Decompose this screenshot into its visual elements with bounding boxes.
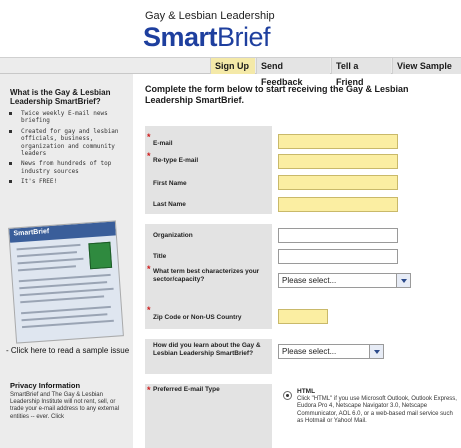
text-line — [20, 295, 105, 304]
first-name-label: First Name — [153, 180, 187, 187]
brand-logo-bold: Smart — [143, 22, 218, 52]
brand-logo[interactable]: SmartBrief — [143, 22, 271, 53]
required-marker: * — [147, 385, 151, 395]
text-line — [17, 257, 84, 265]
feature-list: Twice weekly E-mail news briefing Create… — [8, 110, 128, 189]
list-item: It's FREE! — [8, 178, 128, 185]
form-divider — [145, 329, 272, 339]
retype-email-field[interactable] — [278, 154, 398, 169]
bullet-icon — [9, 112, 12, 115]
required-marker: * — [147, 264, 151, 274]
form-label-panel — [145, 126, 272, 448]
retype-email-label: Re-type E-mail — [153, 157, 199, 164]
list-item: News from hundreds of top industry sourc… — [8, 160, 128, 175]
zip-label: Zip Code or Non-US Country — [153, 314, 242, 321]
title-label: Title — [153, 253, 167, 260]
nav-view-sample[interactable]: View Sample — [392, 58, 461, 74]
html-option-title: HTML — [297, 388, 316, 395]
required-marker: * — [147, 132, 151, 142]
referral-select[interactable]: Please select... — [278, 344, 384, 359]
bullet-icon — [9, 129, 12, 133]
chevron-down-icon — [396, 274, 410, 287]
bullet-icon — [9, 180, 12, 184]
email-field[interactable] — [278, 134, 398, 149]
brand-subtitle: Gay & Lesbian Leadership — [145, 10, 275, 22]
list-item-text: Twice weekly E-mail news briefing — [21, 110, 108, 125]
email-label: E-mail — [153, 140, 173, 147]
bullet-icon — [9, 162, 12, 166]
nav-send-feedback[interactable]: Send Feedback — [256, 58, 330, 87]
email-type-label: Preferred E-mail Type — [153, 386, 220, 393]
brand-logo-light: Brief — [217, 22, 271, 52]
list-item: Created for gay and lesbian officials, b… — [8, 128, 128, 158]
privacy-text: SmartBrief and The Gay & Lesbian Leaders… — [10, 392, 120, 420]
sample-issue-image[interactable]: SmartBrief — [8, 220, 124, 344]
text-line — [17, 265, 76, 272]
nav-sign-up[interactable]: Sign Up — [210, 58, 255, 74]
chevron-down-icon — [369, 345, 383, 358]
zip-field[interactable] — [278, 309, 328, 324]
required-marker: * — [147, 151, 151, 161]
organization-field[interactable] — [278, 228, 398, 243]
form-divider — [145, 374, 272, 384]
sidebar-title: What is the Gay & Lesbian Leadership Sma… — [10, 88, 111, 106]
first-name-field[interactable] — [278, 175, 398, 190]
html-option-description: Click "HTML" if you use Microsoft Outloo… — [297, 396, 457, 424]
last-name-field[interactable] — [278, 197, 398, 212]
text-line — [16, 243, 81, 251]
list-item-text: Created for gay and lesbian officials, b… — [21, 127, 119, 158]
referral-label: How did you learn about the Gay & Lesbia… — [153, 342, 261, 357]
list-item-text: It's FREE! — [21, 178, 58, 186]
privacy-heading: Privacy Information — [10, 381, 81, 390]
sector-label: What term best characterizes your sector… — [153, 268, 260, 283]
text-line — [17, 251, 78, 258]
page-title: Complete the form below to start receivi… — [145, 84, 409, 105]
list-item: Twice weekly E-mail news briefing — [8, 110, 128, 125]
title-field[interactable] — [278, 249, 398, 264]
text-line — [21, 313, 108, 322]
top-nav: Sign Up Send Feedback Tell a Friend View… — [0, 57, 461, 87]
text-line — [21, 319, 114, 329]
organization-label: Organization — [153, 232, 193, 239]
form-divider — [145, 214, 272, 224]
html-radio[interactable] — [283, 391, 292, 400]
last-name-label: Last Name — [153, 201, 186, 208]
sector-select[interactable]: Please select... — [278, 273, 411, 288]
sector-select-value: Please select... — [282, 276, 337, 285]
nav-tell-a-friend[interactable]: Tell a Friend — [331, 58, 391, 87]
required-marker: * — [147, 305, 151, 315]
sample-thumbnail — [88, 241, 113, 270]
sample-issue-link[interactable]: - Click here to read a sample issue — [6, 346, 130, 356]
list-item-text: News from hundreds of top industry sourc… — [21, 160, 112, 175]
header: Gay & Lesbian Leadership SmartBrief — [0, 0, 461, 57]
referral-select-value: Please select... — [282, 347, 337, 356]
